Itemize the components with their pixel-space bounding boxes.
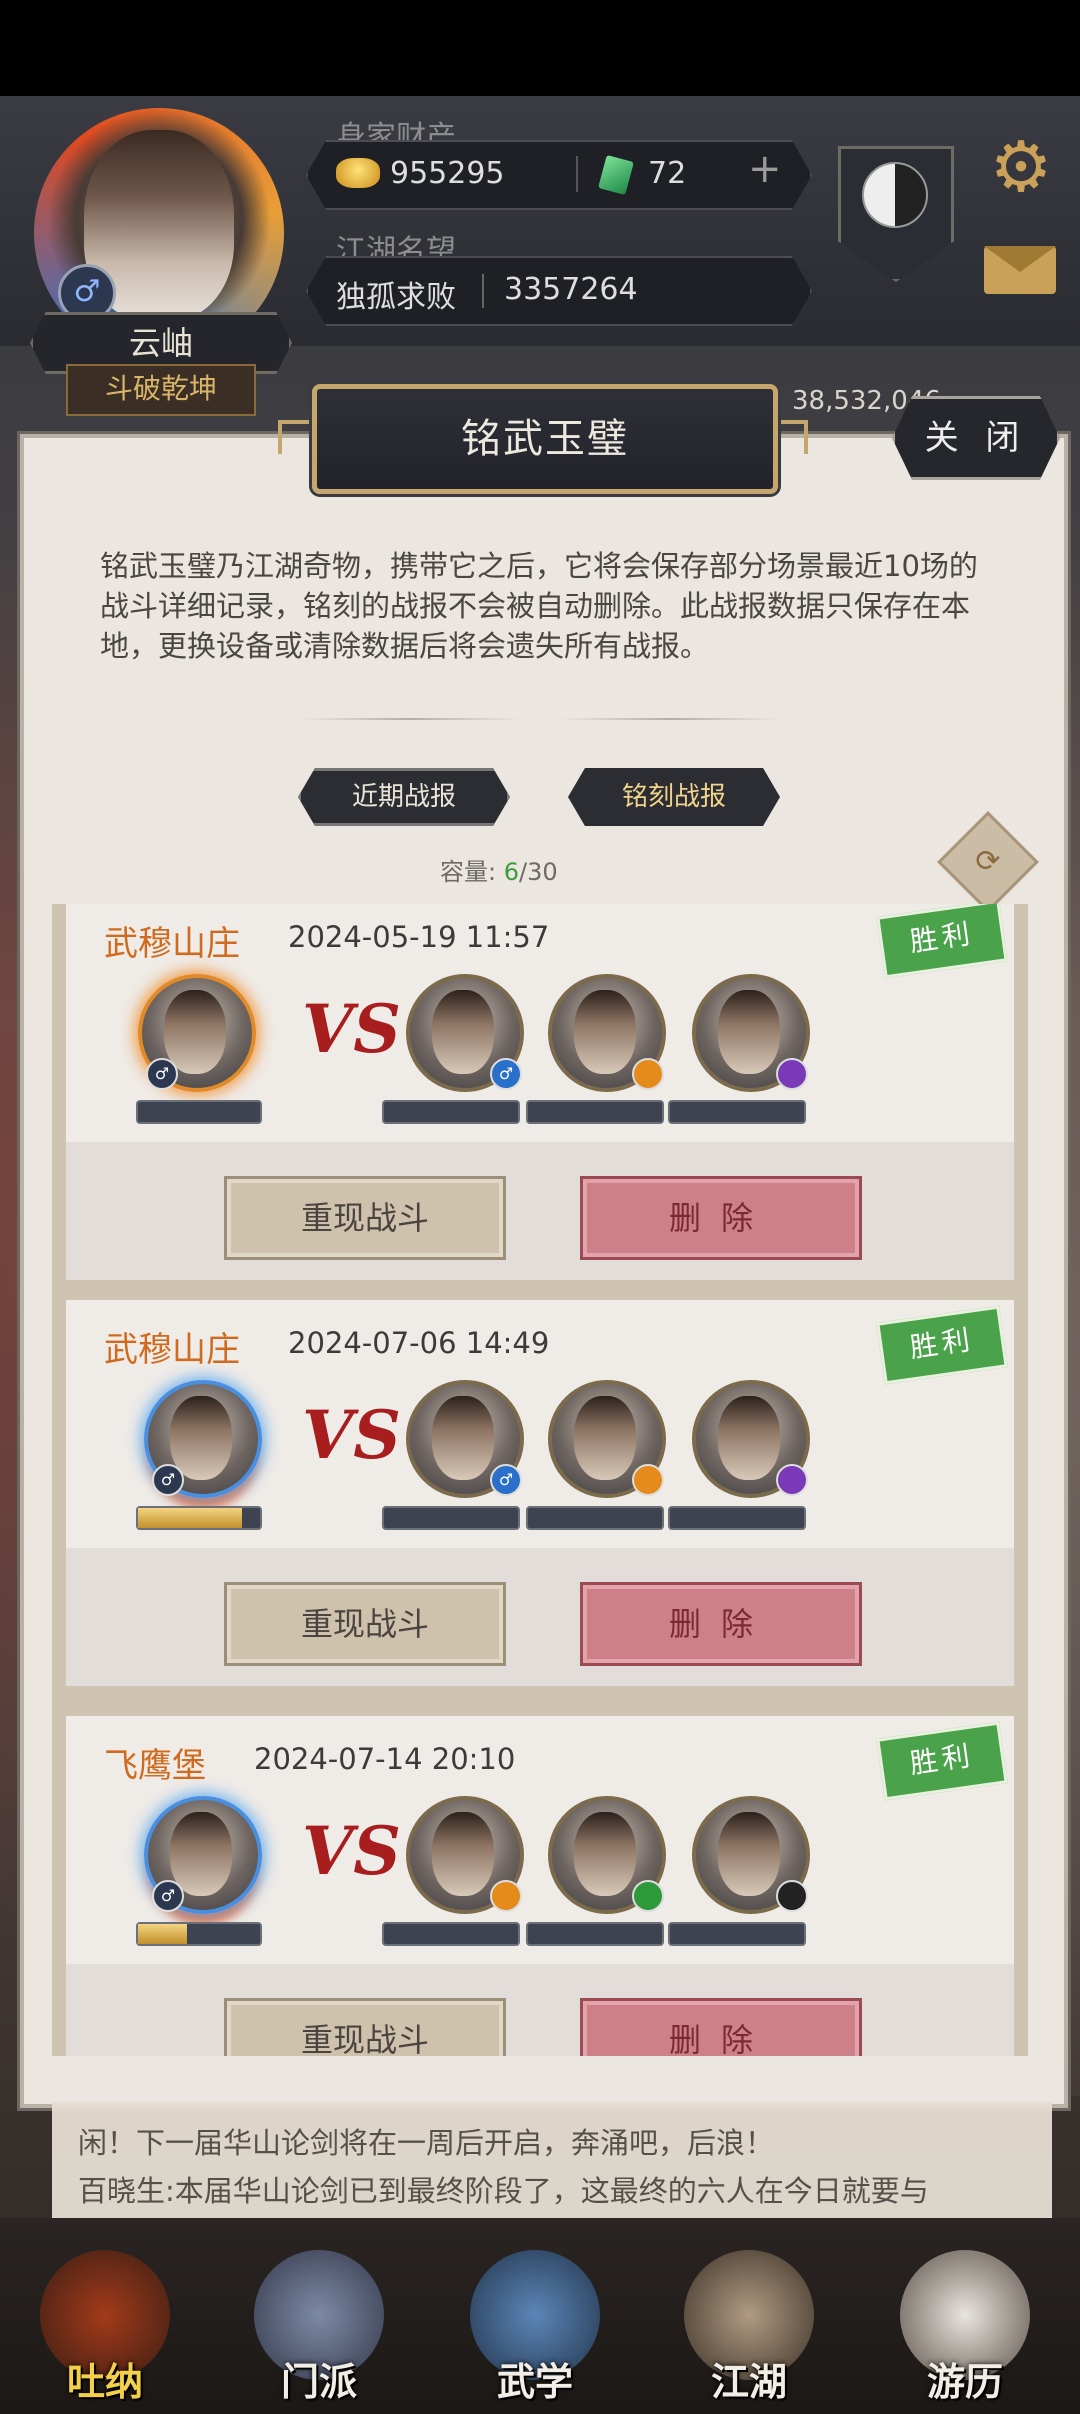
nav-label: 门派 [280, 2359, 357, 2404]
versus-mark: VS [302, 1396, 401, 1474]
player-hero-avatar: ♂ [144, 1380, 262, 1498]
nav-tuna[interactable]: 吐纳 [20, 2240, 190, 2410]
ticker-line: 闲！下一届华山论剑将在一周后开启，奔涌吧，后浪！ [78, 2126, 775, 2160]
bottom-nav: 吐纳 门派 武学 江湖 游历 [0, 2218, 1080, 2414]
nav-sect[interactable]: 门派 [234, 2240, 404, 2410]
divider-right [560, 718, 780, 720]
news-ticker: 闲！下一届华山论剑将在一周后开启，奔涌吧，后浪！ 百晓生:本届华山论剑已到最终阶… [52, 2102, 1052, 2218]
delete-battle-button[interactable]: 删除 [580, 1176, 862, 1260]
capacity-indicator: 容量: 6/30 [440, 852, 640, 887]
enemy-hp-bar [668, 1922, 806, 1946]
versus-mark: VS [302, 1812, 401, 1890]
modal-description: 铭武玉璧乃江湖奇物，携带它之后，它将会保存部分场景最近10场的战斗详细记录，铭刻… [100, 549, 978, 663]
divider-left [300, 718, 520, 720]
enemy-hp-bar [668, 1100, 806, 1124]
enemy-avatar [406, 1796, 524, 1914]
refresh-icon: ⟳ [975, 844, 1001, 879]
tab-recent-reports[interactable]: 近期战报 [298, 768, 510, 826]
jade-amount: 72 [648, 156, 687, 191]
enemy-hp-bar [526, 1506, 664, 1530]
enemy-avatar [548, 974, 666, 1092]
player-hp-bar [136, 1100, 262, 1124]
fame-title: 独孤求败 [336, 280, 456, 315]
enemy-hp-bar [526, 1100, 664, 1124]
add-currency-button[interactable]: + [748, 146, 782, 192]
battle-card: 武穆山庄 2024-07-06 14:49 胜利 ♂ VS ♂ 重现战斗 删除 [66, 1300, 1014, 1686]
capacity-max: /30 [519, 858, 558, 886]
versus-mark: VS [302, 990, 401, 1068]
battle-datetime: 2024-07-06 14:49 [288, 1326, 550, 1360]
battle-datetime: 2024-07-14 20:10 [254, 1742, 516, 1776]
fame-value: 3357264 [504, 272, 638, 307]
enemy-avatar [548, 1796, 666, 1914]
enemy-hp-bar [668, 1506, 806, 1530]
battle-card: 飞鹰堡 2024-07-14 20:10 胜利 ♂ VS 重现战斗 删除 [66, 1716, 1014, 2056]
enemy-avatar: ♂ [406, 974, 524, 1092]
nav-martial-arts[interactable]: 武学 [450, 2240, 620, 2410]
player-hero-avatar: ♂ [138, 974, 256, 1092]
nav-label: 吐纳 [66, 2359, 143, 2404]
enemy-hp-bar [382, 1100, 520, 1124]
wealth-bar [306, 140, 812, 210]
ticker-line: 百晓生:本届华山论剑已到最终阶段了，这最终的六人在今日就要与 [78, 2174, 929, 2208]
close-button[interactable]: 关 闭 [892, 396, 1060, 480]
player-hero-avatar: ♂ [144, 1796, 262, 1914]
modal-title-plate: 铭武玉璧 [312, 384, 778, 494]
capacity-label: 容量: [440, 858, 504, 886]
replay-battle-button[interactable]: 重现战斗 [224, 1998, 506, 2056]
player-title: 斗破乾坤 [66, 364, 256, 416]
gold-icon [336, 158, 380, 188]
player-hp-bar [136, 1506, 262, 1530]
battle-location: 武穆山庄 [104, 1330, 240, 1370]
player-hp-bar [136, 1922, 262, 1946]
nav-label: 武学 [496, 2359, 573, 2404]
enemy-hp-bar [526, 1922, 664, 1946]
gear-icon[interactable]: ⚙ [986, 132, 1056, 202]
replay-battle-button[interactable]: 重现战斗 [224, 1176, 506, 1260]
enemy-avatar [692, 974, 810, 1092]
tab-engraved-reports[interactable]: 铭刻战报 [568, 768, 780, 826]
battle-list[interactable]: 武穆山庄 2024-05-19 11:57 胜利 ♂ VS ♂ 重现战斗 删除 … [52, 904, 1028, 2056]
mail-icon[interactable] [984, 246, 1056, 294]
battle-card: 武穆山庄 2024-05-19 11:57 胜利 ♂ VS ♂ 重现战斗 删除 [66, 904, 1014, 1280]
nav-travel[interactable]: 游历 [880, 2240, 1050, 2410]
enemy-avatar: ♂ [406, 1380, 524, 1498]
divider [576, 156, 578, 192]
delete-battle-button[interactable]: 删除 [580, 1998, 862, 2056]
enemy-hp-bar [382, 1922, 520, 1946]
battle-datetime: 2024-05-19 11:57 [288, 920, 550, 954]
battle-location: 武穆山庄 [104, 924, 240, 964]
enemy-avatar [548, 1380, 666, 1498]
battle-location: 飞鹰堡 [104, 1746, 206, 1786]
delete-battle-button[interactable]: 删除 [580, 1582, 862, 1666]
divider [482, 274, 484, 308]
enemy-hp-bar [382, 1506, 520, 1530]
enemy-avatar [692, 1796, 810, 1914]
nav-label: 江湖 [710, 2359, 787, 2404]
enemy-avatar [692, 1380, 810, 1498]
nav-jianghu[interactable]: 江湖 [664, 2240, 834, 2410]
capacity-current: 6 [503, 858, 519, 886]
nav-label: 游历 [926, 2359, 1003, 2404]
replay-battle-button[interactable]: 重现战斗 [224, 1582, 506, 1666]
gold-amount: 955295 [390, 156, 505, 191]
modal-title: 铭武玉璧 [461, 416, 629, 462]
taiji-icon [862, 162, 928, 228]
